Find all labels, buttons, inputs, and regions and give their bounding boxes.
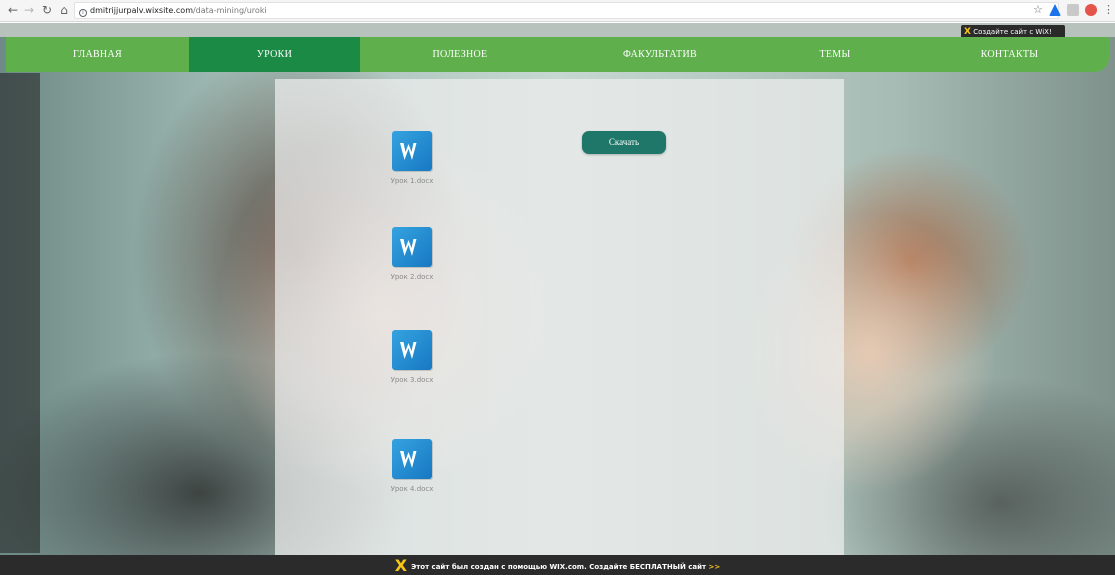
wix-logo-icon: X (964, 27, 971, 37)
url-path: /data-mining/uroki (192, 6, 267, 15)
document-name[interactable]: Урок 2.docx (382, 273, 442, 281)
extension-icon[interactable] (1067, 4, 1079, 16)
nav-item-contacts[interactable]: КОНТАКТЫ (910, 37, 1109, 72)
nav-item-home[interactable]: ГЛАВНАЯ (6, 37, 189, 72)
home-icon[interactable]: ⌂ (57, 3, 71, 17)
download-button[interactable]: Скачать (582, 131, 666, 154)
address-bar[interactable]: i dmitrijjurpalv.wixsite.com/data-mining/… (74, 2, 1059, 19)
word-icon[interactable] (392, 131, 432, 171)
footer-arrows[interactable]: >> (709, 563, 721, 571)
document-item[interactable]: Урок 4.docx (382, 439, 442, 493)
nav-item-lessons[interactable]: УРОКИ (189, 37, 360, 72)
footer-text: Этот сайт был создан с помощью WIX.com. … (411, 563, 707, 571)
info-icon[interactable]: i (79, 9, 87, 17)
word-icon[interactable] (392, 330, 432, 370)
wix-footer-bar[interactable]: X Этот сайт был создан с помощью WIX.com.… (0, 555, 1115, 575)
bookmark-star-icon[interactable]: ☆ (1033, 3, 1043, 17)
nav-item-topics[interactable]: ТЕМЫ (760, 37, 910, 72)
extension-record-icon[interactable] (1085, 4, 1097, 16)
document-item[interactable]: Урок 1.docx (382, 131, 442, 185)
wix-logo-icon: X (394, 556, 408, 575)
document-item[interactable]: Урок 2.docx (382, 227, 442, 281)
wix-badge-label: Создайте сайт с WiX! (973, 28, 1052, 36)
document-name[interactable]: Урок 3.docx (382, 376, 442, 384)
document-name[interactable]: Урок 4.docx (382, 485, 442, 493)
nav-item-electives[interactable]: ФАКУЛЬТАТИВ (560, 37, 760, 72)
reload-icon[interactable]: ↻ (40, 3, 54, 17)
nav-item-useful[interactable]: ПОЛЕЗНОЕ (360, 37, 560, 72)
background-shade (0, 73, 40, 553)
document-name[interactable]: Урок 1.docx (382, 177, 442, 185)
main-navigation: ГЛАВНАЯ УРОКИ ПОЛЕЗНОЕ ФАКУЛЬТАТИВ ТЕМЫ … (6, 37, 1109, 72)
word-icon[interactable] (392, 227, 432, 267)
url-host: dmitrijjurpalv.wixsite.com (90, 6, 193, 15)
word-icon[interactable] (392, 439, 432, 479)
content-panel: Урок 1.docx Урок 2.docx Урок 3.docx Урок… (275, 79, 844, 557)
page-body: X Создайте сайт с WiX! ГЛАВНАЯ УРОКИ ПОЛ… (0, 23, 1115, 575)
back-arrow-icon[interactable]: ← (6, 3, 20, 17)
browser-menu-icon[interactable]: ⋮ (1103, 3, 1114, 17)
document-item[interactable]: Урок 3.docx (382, 330, 442, 384)
browser-toolbar: ← → ↻ ⌂ i dmitrijjurpalv.wixsite.com/data… (0, 0, 1115, 22)
forward-arrow-icon[interactable]: → (22, 3, 36, 17)
header-strip (0, 23, 1115, 37)
